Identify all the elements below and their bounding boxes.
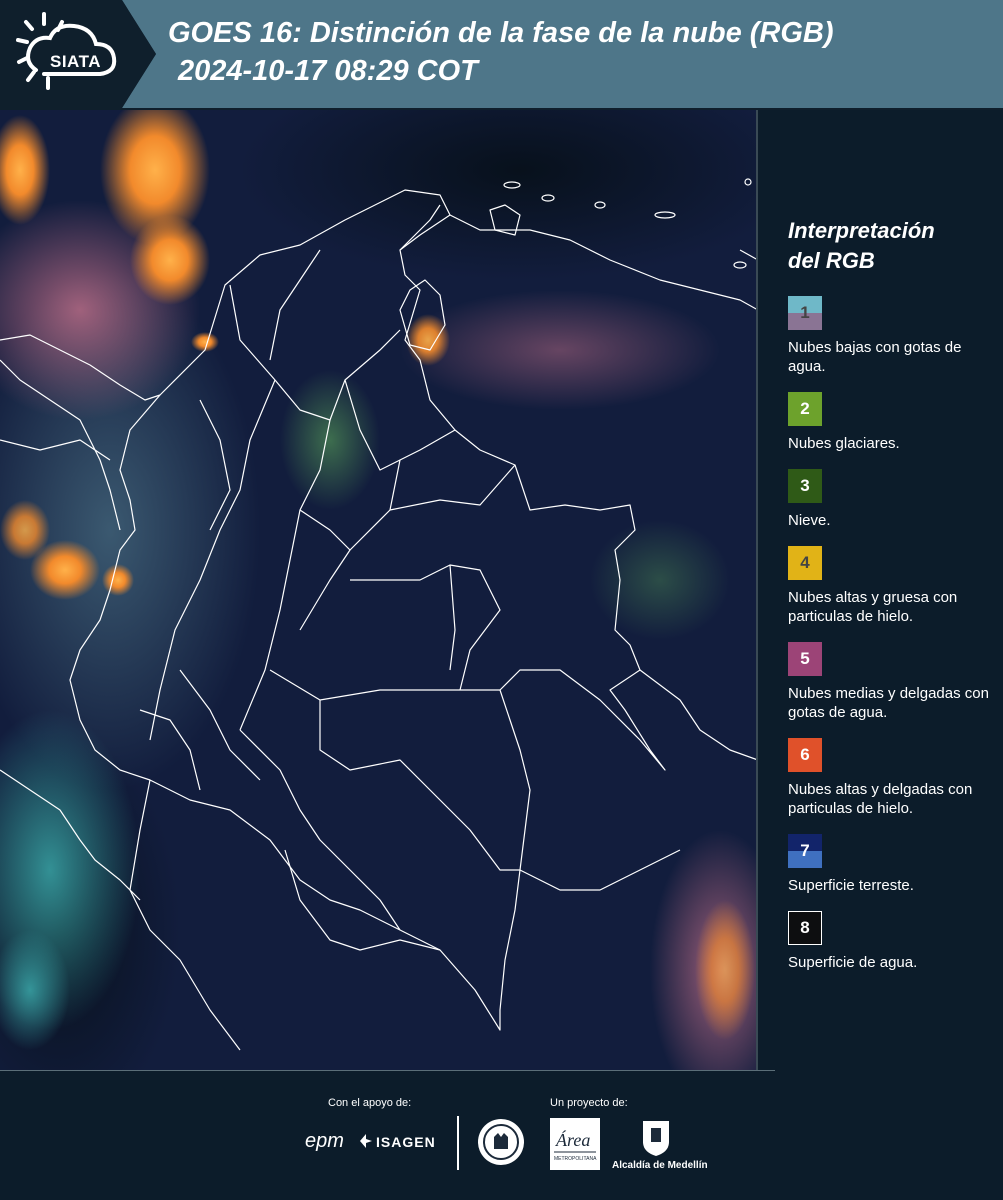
support-label: Con el apoyo de: bbox=[328, 1097, 412, 1109]
legend-number: 2 bbox=[800, 399, 810, 418]
satellite-map bbox=[0, 110, 758, 1070]
cloud-orange-7 bbox=[406, 314, 450, 366]
legend-item: 2 Nubes glaciares. bbox=[788, 392, 993, 453]
legend-item: 8 Superficie de agua. bbox=[788, 911, 993, 972]
legend-item: 4 Nubes altas y gruesa con particulas de … bbox=[788, 546, 993, 626]
legend-item: 1 Nubes bajas con gotas de agua. bbox=[788, 296, 993, 376]
legend-items: 1 Nubes bajas con gotas de agua. 2 Nubes gl… bbox=[788, 296, 993, 972]
logo-text: SIATA bbox=[50, 52, 101, 71]
alcaldia-shield-icon bbox=[643, 1121, 669, 1156]
legend-number: 6 bbox=[800, 745, 810, 764]
footer-divider bbox=[0, 1070, 775, 1071]
cloud-green-east bbox=[590, 520, 730, 640]
legend-swatch: 2 bbox=[788, 392, 822, 426]
siata-logo: SIATA bbox=[14, 12, 126, 98]
cloud-orange-6 bbox=[102, 564, 134, 596]
legend-label: Nubes medias y delgadas con gotas de agu… bbox=[788, 685, 989, 721]
footer: Con el apoyo de: Un proyecto de: epm ISA… bbox=[0, 1070, 1003, 1200]
legend-item: 3 Nieve. bbox=[788, 469, 993, 530]
legend-label: Nubes glaciares. bbox=[788, 435, 900, 452]
isagen-logo: ISAGEN bbox=[376, 1134, 436, 1150]
project-label: Un proyecto de: bbox=[550, 1097, 628, 1109]
legend-label: Nubes bajas con gotas de agua. bbox=[788, 339, 962, 375]
title-timestamp: 2024-10-17 08:29 COT bbox=[178, 55, 478, 87]
legend-number: 5 bbox=[800, 649, 810, 668]
header: SIATA GOES 16: Distinción de la fase de … bbox=[0, 0, 1003, 110]
metropolitana-logo: Área METROPOLITANA bbox=[550, 1118, 600, 1170]
legend-item: 6 Nubes altas y delgadas con particulas d… bbox=[788, 738, 993, 818]
cloud-orange-2 bbox=[130, 215, 210, 305]
seal-icon bbox=[478, 1119, 524, 1165]
svg-text:METROPOLITANA: METROPOLITANA bbox=[554, 1156, 597, 1162]
legend-swatch: 6 bbox=[788, 738, 822, 772]
page-title: GOES 16: Distinción de la fase de la nub… bbox=[168, 14, 834, 90]
legend-number: 7 bbox=[800, 841, 810, 860]
legend-swatch: 3 bbox=[788, 469, 822, 503]
legend-number: 3 bbox=[800, 476, 810, 495]
isagen-icon bbox=[360, 1134, 372, 1148]
legend-label: Nubes altas y gruesa con particulas de h… bbox=[788, 589, 958, 625]
title-main: GOES 16: Distinción de la fase de la nub… bbox=[168, 17, 834, 49]
alcaldia-logo: Alcaldía de Medellín bbox=[612, 1160, 708, 1171]
legend-label: Superficie terreste. bbox=[788, 877, 914, 894]
legend-label: Superficie de agua. bbox=[788, 954, 918, 971]
cloud-orange-9 bbox=[695, 900, 755, 1040]
legend-title-line1: Interpretación bbox=[788, 218, 935, 243]
legend-title-line2: del RGB bbox=[788, 248, 875, 273]
legend-label: Nubes altas y delgadas con particulas de… bbox=[788, 781, 973, 817]
cloud-orange-5 bbox=[0, 500, 50, 560]
svg-text:Área: Área bbox=[555, 1129, 590, 1150]
rgb-legend: Interpretación del RGB 1 Nubes bajas con … bbox=[788, 216, 993, 988]
legend-number: 8 bbox=[800, 918, 810, 937]
logo-divider bbox=[457, 1116, 459, 1170]
legend-swatch: 4 bbox=[788, 546, 822, 580]
legend-swatch: 1 bbox=[788, 296, 822, 330]
legend-swatch: 8 bbox=[788, 911, 822, 945]
legend-title: Interpretación del RGB bbox=[788, 216, 993, 276]
legend-label: Nieve. bbox=[788, 512, 831, 529]
legend-number: 4 bbox=[800, 553, 810, 572]
legend-swatch: 7 bbox=[788, 834, 822, 868]
legend-number: 1 bbox=[800, 303, 810, 322]
legend-item: 7 Superficie terreste. bbox=[788, 834, 993, 895]
epm-logo: epm bbox=[305, 1130, 344, 1152]
legend-item: 5 Nubes medias y delgadas con gotas de ag… bbox=[788, 642, 993, 722]
legend-swatch: 5 bbox=[788, 642, 822, 676]
